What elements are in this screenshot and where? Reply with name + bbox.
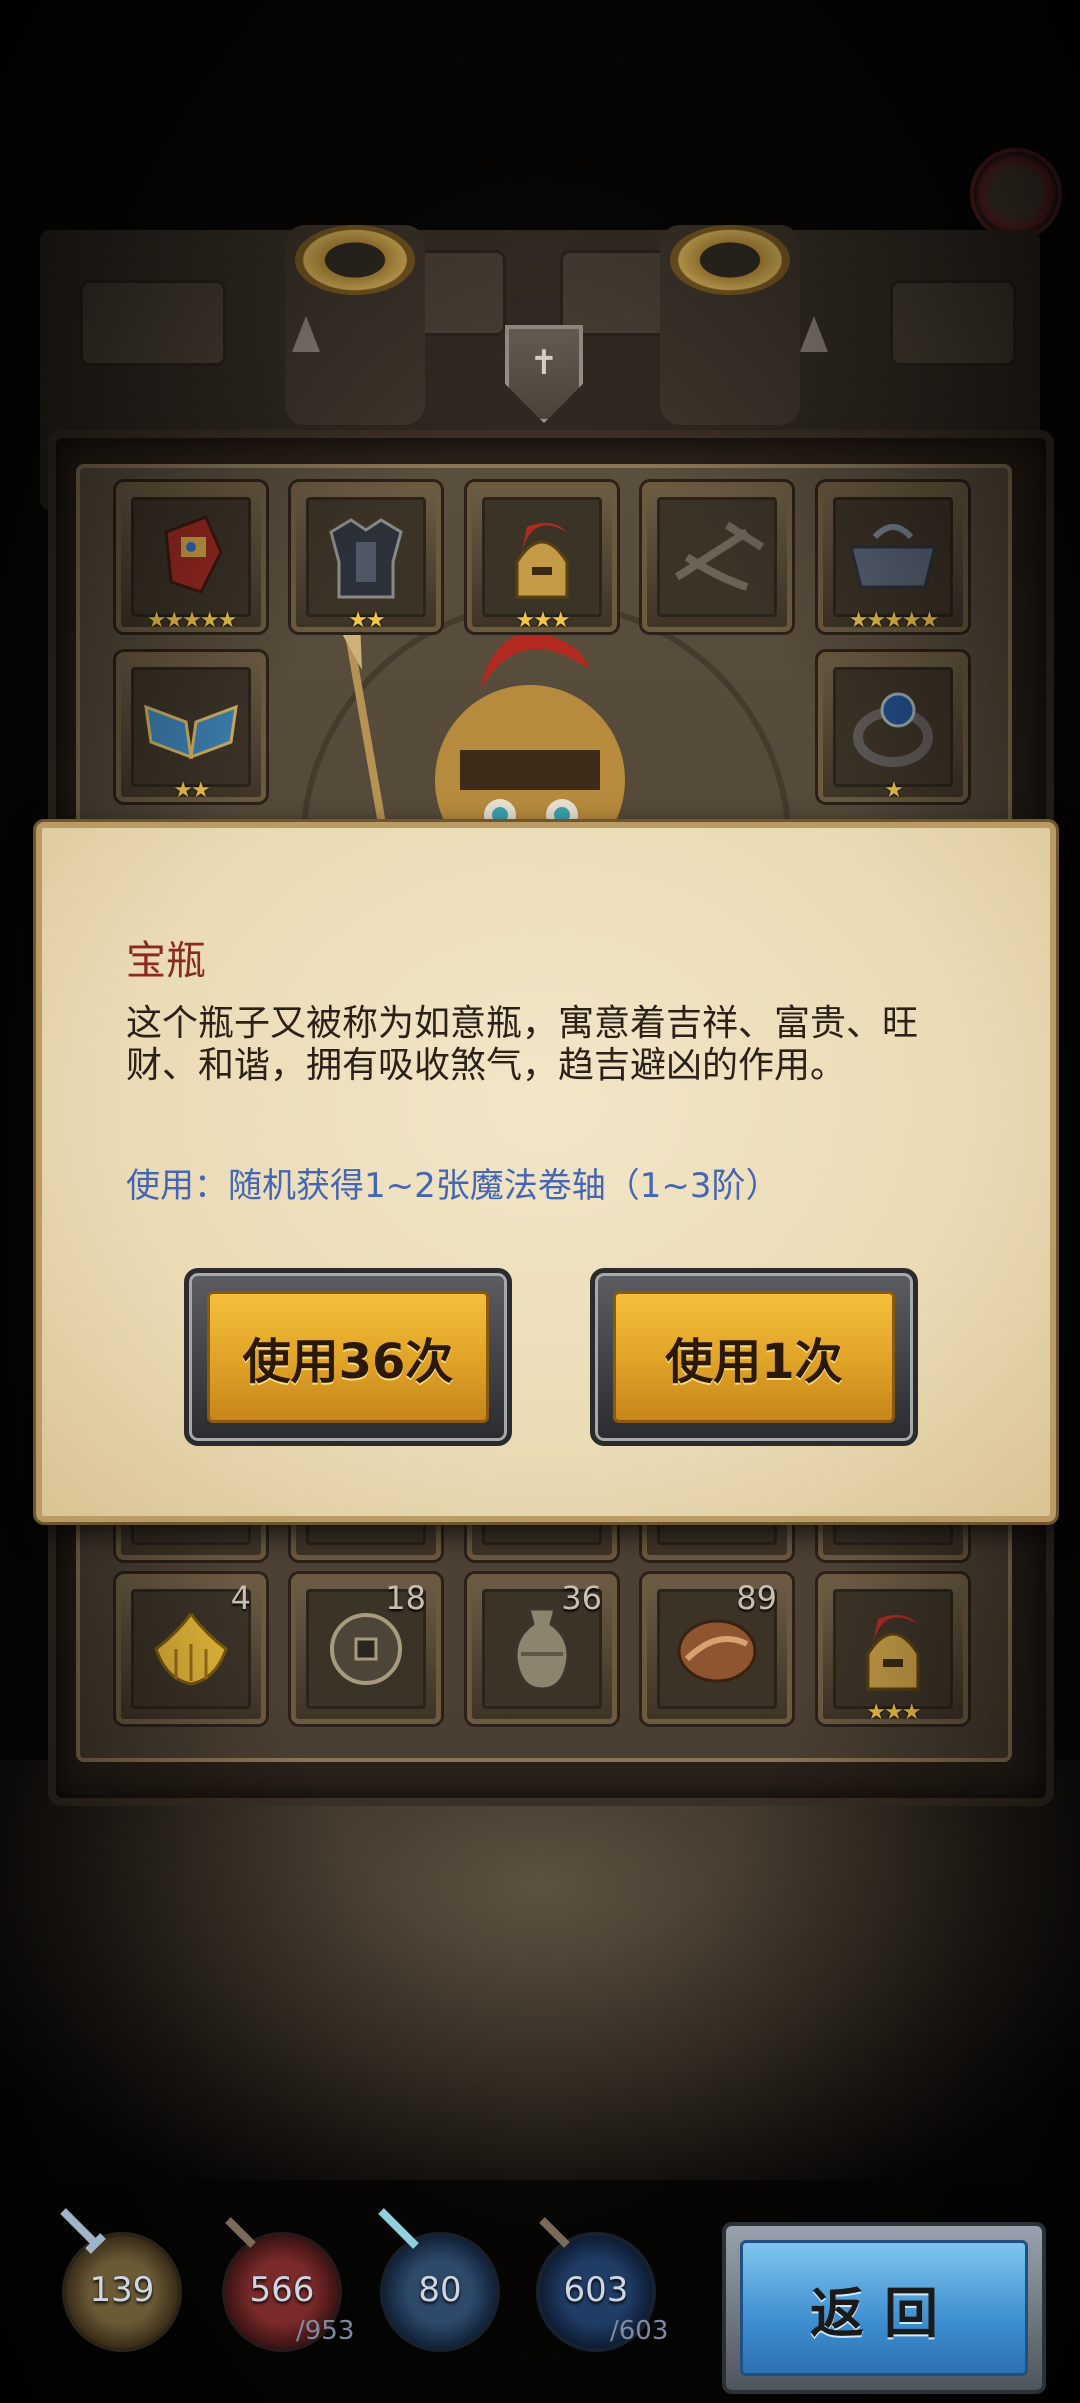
game-scene: ★★★★★ ★★ ★★★ ★★★★★ [0,0,1080,2403]
use-all-button[interactable]: 使用36次 [184,1268,512,1446]
attack-stat: 139 [60,2208,182,2352]
mp-stat: 603 /603 [536,2217,668,2352]
back-button[interactable]: 返回 [722,2222,1046,2394]
back-label: 返回 [740,2240,1028,2376]
item-detail-dialog: 宝瓶 这个瓶子又被称为如意瓶，寓意着吉祥、富贵、旺财、和谐，拥有吸收煞气，趋吉避… [36,822,1056,1522]
defense-value: 80 [418,2270,462,2310]
use-one-label: 使用1次 [613,1291,895,1423]
staff-icon [539,2217,570,2248]
item-description: 这个瓶子又被称为如意瓶，寓意着吉祥、富贵、旺财、和谐，拥有吸收煞气，趋吉避凶的作… [126,1003,919,1086]
use-one-button[interactable]: 使用1次 [590,1268,918,1446]
sword-icon [60,2208,106,2254]
mp-max: /603 [610,2316,669,2346]
hp-value: 566 [249,2270,315,2310]
defense-stat: 80 [378,2208,500,2352]
item-usage: 使用：随机获得1~2张魔法卷轴（1~3阶） [126,1166,780,1206]
attack-value: 139 [89,2270,155,2310]
hp-stat: 566 /953 [222,2217,354,2352]
hp-max: /953 [296,2316,355,2346]
spear-icon [378,2208,419,2249]
item-title: 宝瓶 [126,938,206,984]
mp-value: 603 [563,2270,629,2310]
potion-icon [225,2217,256,2248]
use-all-label: 使用36次 [207,1291,489,1423]
